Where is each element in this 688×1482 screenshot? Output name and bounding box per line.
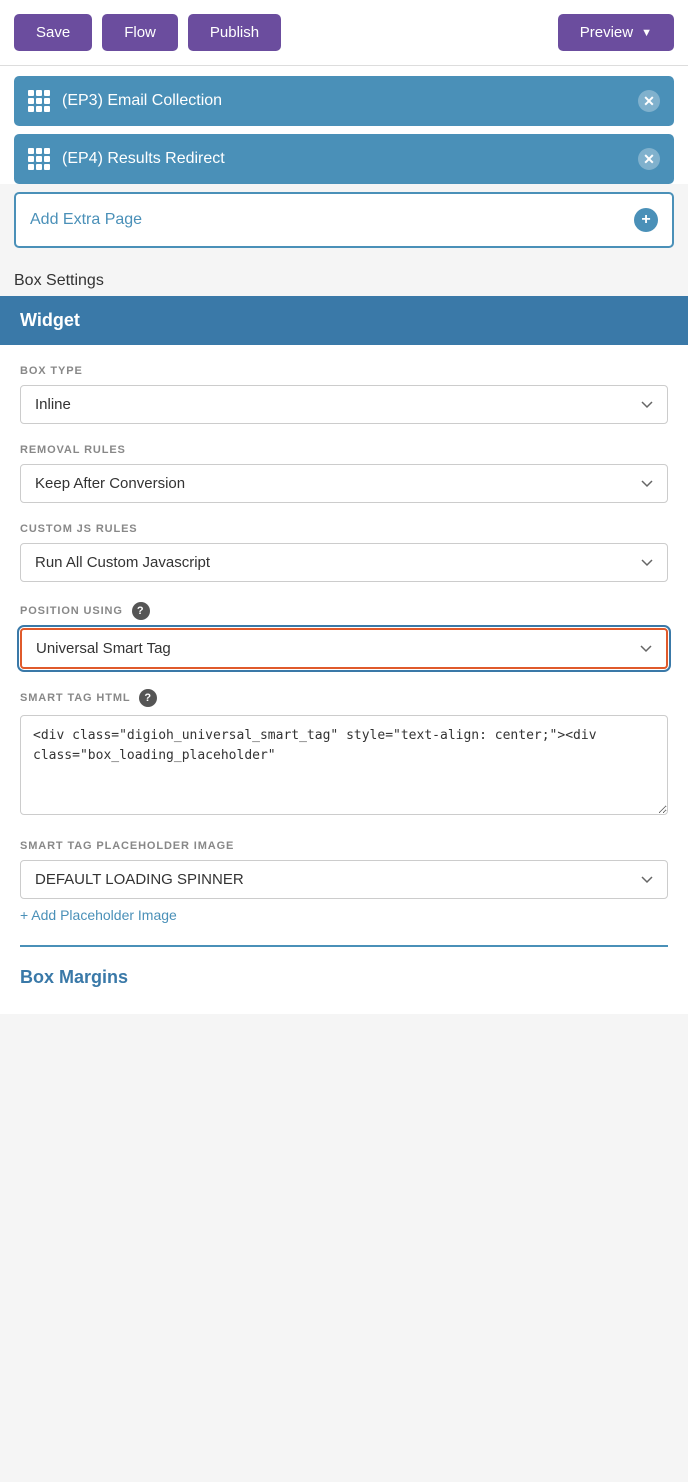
add-placeholder-link[interactable]: + Add Placeholder Image <box>20 907 177 923</box>
removal-rules-select[interactable]: Keep After Conversion Remove After Conve… <box>20 464 668 503</box>
custom-js-field: CUSTOM JS RULES Run All Custom Javascrip… <box>20 523 668 582</box>
widget-body: BOX TYPE Inline Popup Sidebar REMOVAL RU… <box>0 345 688 1014</box>
flow-button[interactable]: Flow <box>102 14 178 51</box>
box-margins-header: Box Margins <box>20 957 668 994</box>
position-using-select[interactable]: Universal Smart Tag CSS Selector Manual <box>20 628 668 669</box>
position-using-field: POSITION USING ? Universal Smart Tag CSS… <box>20 602 668 669</box>
add-page-plus-icon: + <box>634 208 658 232</box>
smart-tag-html-label: SMART TAG HTML ? <box>20 689 668 707</box>
publish-button[interactable]: Publish <box>188 14 281 51</box>
page-item-ep3[interactable]: (EP3) Email Collection ✕ <box>14 76 674 126</box>
removal-rules-field: REMOVAL RULES Keep After Conversion Remo… <box>20 444 668 503</box>
preview-caret-icon: ▼ <box>641 27 652 39</box>
smart-tag-placeholder-select[interactable]: DEFAULT LOADING SPINNER None Custom <box>20 860 668 899</box>
smart-tag-html-help-icon[interactable]: ? <box>139 689 157 707</box>
toolbar: Save Flow Publish Preview ▼ <box>0 0 688 66</box>
smart-tag-placeholder-label: SMART TAG PLACEHOLDER IMAGE <box>20 840 668 852</box>
preview-button[interactable]: Preview ▼ <box>558 14 674 51</box>
section-divider <box>20 945 668 947</box>
page-item-ep3-label: (EP3) Email Collection <box>62 92 222 110</box>
widget-header: Widget <box>0 296 688 345</box>
save-button[interactable]: Save <box>14 14 92 51</box>
box-type-field: BOX TYPE Inline Popup Sidebar <box>20 365 668 424</box>
smart-tag-placeholder-field: SMART TAG PLACEHOLDER IMAGE DEFAULT LOAD… <box>20 840 668 925</box>
smart-tag-html-textarea[interactable]: <div class="digioh_universal_smart_tag" … <box>20 715 668 815</box>
smart-tag-html-field: SMART TAG HTML ? <div class="digioh_univ… <box>20 689 668 820</box>
page-list: (EP3) Email Collection ✕ (EP4) Results R… <box>0 66 688 184</box>
close-ep3-button[interactable]: ✕ <box>638 90 660 112</box>
add-extra-page-button[interactable]: Add Extra Page + <box>14 192 674 248</box>
custom-js-label: CUSTOM JS RULES <box>20 523 668 535</box>
box-type-label: BOX TYPE <box>20 365 668 377</box>
grid-icon-ep4 <box>28 148 50 170</box>
box-type-select[interactable]: Inline Popup Sidebar <box>20 385 668 424</box>
main-content: (EP3) Email Collection ✕ (EP4) Results R… <box>0 66 688 1014</box>
page-item-ep4-label: (EP4) Results Redirect <box>62 150 225 168</box>
grid-icon-ep3 <box>28 90 50 112</box>
box-settings-label: Box Settings <box>0 258 688 296</box>
custom-js-select[interactable]: Run All Custom Javascript Run No Custom … <box>20 543 668 582</box>
removal-rules-label: REMOVAL RULES <box>20 444 668 456</box>
page-item-ep4[interactable]: (EP4) Results Redirect ✕ <box>14 134 674 184</box>
position-using-help-icon[interactable]: ? <box>132 602 150 620</box>
position-using-label: POSITION USING ? <box>20 602 668 620</box>
close-ep4-button[interactable]: ✕ <box>638 148 660 170</box>
add-extra-page-label: Add Extra Page <box>30 211 142 229</box>
